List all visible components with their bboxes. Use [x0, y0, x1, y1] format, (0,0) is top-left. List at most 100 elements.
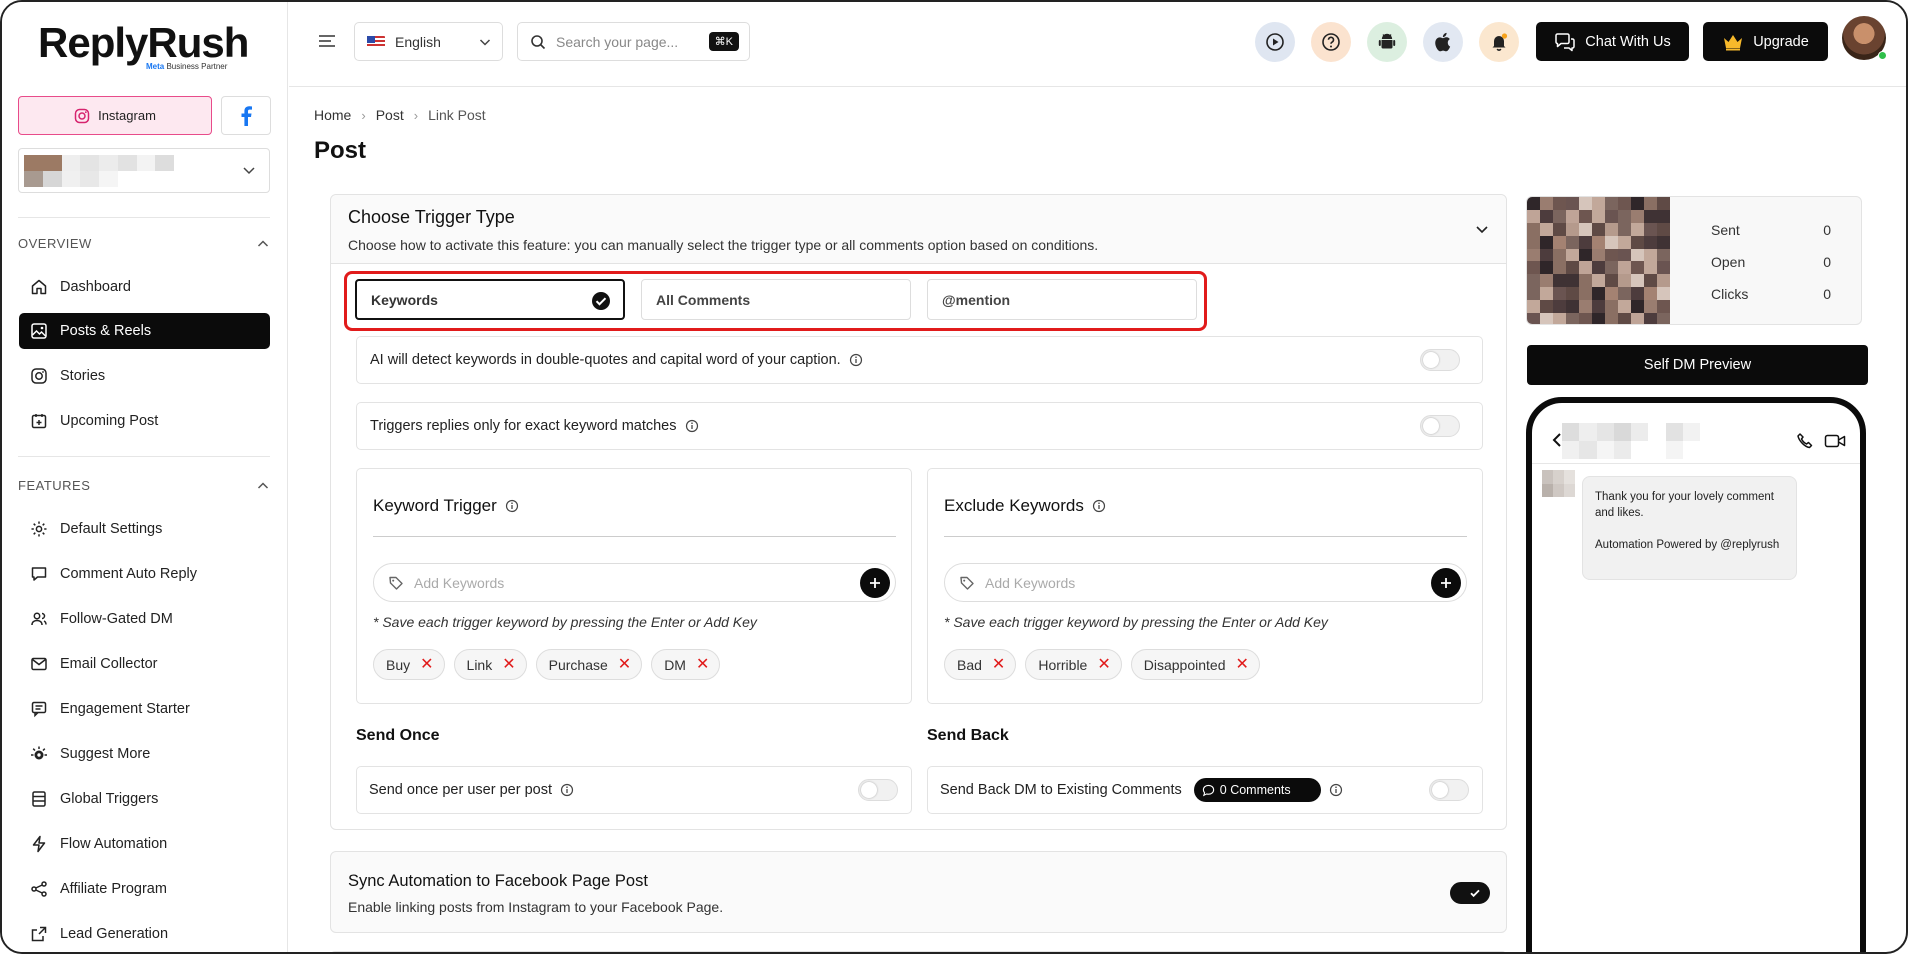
play-circle-icon — [1266, 33, 1284, 51]
keyword-chip-label: Disappointed — [1143, 656, 1226, 673]
tag-icon — [960, 576, 974, 590]
divider — [18, 456, 270, 457]
sidebar-item-dashboard[interactable]: Dashboard — [19, 269, 270, 305]
mail-icon — [31, 657, 47, 671]
breadcrumb: Home › Post › Link Post — [314, 107, 486, 123]
instagram-platform-button[interactable]: Instagram — [18, 96, 212, 135]
ios-app-button[interactable] — [1423, 22, 1463, 62]
sidebar-item-lead-generation[interactable]: Lead Generation — [19, 916, 270, 952]
instagram-label: Instagram — [98, 108, 156, 123]
divider — [373, 536, 896, 537]
remove-keyword-icon[interactable]: ✕ — [1235, 656, 1248, 673]
help-circle-icon — [1322, 33, 1340, 51]
add-exclude-keyword-button[interactable] — [1431, 568, 1461, 598]
sidebar-item-suggest-more[interactable]: Suggest More — [19, 736, 270, 772]
keyword-chip: Bad ✕ — [944, 649, 1017, 680]
trigger-card-header[interactable]: Choose Trigger Type Choose how to activa… — [331, 195, 1506, 264]
plus-icon — [1441, 578, 1451, 588]
exact-match-toggle[interactable] — [1420, 415, 1460, 437]
remove-keyword-icon[interactable]: ✕ — [696, 656, 709, 673]
breadcrumb-post[interactable]: Post — [376, 107, 404, 123]
keyword-chip: Horrible ✕ — [1025, 649, 1122, 680]
self-dm-preview-button[interactable]: Self DM Preview — [1527, 345, 1868, 385]
remove-keyword-icon[interactable]: ✕ — [992, 656, 1005, 673]
sender-avatar-blurred — [1542, 470, 1575, 497]
trigger-option-mention[interactable]: @mention — [927, 279, 1197, 320]
list-icon — [32, 791, 46, 807]
sidebar-item-posts-reels[interactable]: Posts & Reels — [19, 313, 270, 349]
sidebar-item-global-triggers[interactable]: Global Triggers — [19, 781, 270, 817]
help-button[interactable] — [1311, 22, 1351, 62]
sidebar-item-label: Email Collector — [60, 656, 158, 672]
sidebar-item-label: Suggest More — [60, 746, 151, 762]
chat-with-us-label: Chat With Us — [1585, 33, 1671, 50]
ai-detect-toggle[interactable] — [1420, 349, 1460, 371]
info-icon[interactable] — [1329, 783, 1343, 797]
features-section-label: FEATURES — [18, 478, 91, 493]
sidebar-item-engagement-starter[interactable]: Engagement Starter — [19, 691, 270, 727]
sidebar-item-label: Lead Generation — [60, 926, 169, 942]
sidebar-item-default-settings[interactable]: Default Settings — [19, 511, 270, 547]
send-back-title: Send Back — [927, 727, 1009, 744]
menu-icon[interactable] — [317, 32, 337, 50]
check-icon — [1470, 889, 1480, 898]
remove-keyword-icon[interactable]: ✕ — [618, 656, 631, 673]
calendar-plus-icon — [31, 414, 47, 429]
exclude-keywords-input[interactable]: Add Keywords — [944, 563, 1467, 602]
trigger-option-all-comments[interactable]: All Comments — [641, 279, 911, 320]
sidebar-item-upcoming-post[interactable]: Upcoming Post — [19, 403, 270, 439]
ai-detect-label: AI will detect keywords in double-quotes… — [370, 352, 841, 368]
phone-icon — [1797, 433, 1813, 449]
sidebar-item-stories[interactable]: Stories — [19, 358, 270, 394]
upgrade-button[interactable]: Upgrade — [1703, 22, 1828, 61]
breadcrumb-home[interactable]: Home — [314, 107, 351, 123]
trigger-option-keywords[interactable]: Keywords — [355, 279, 625, 320]
sidebar-item-label: Stories — [60, 368, 106, 384]
dm-message-bubble: Thank you for your lovely comment and li… — [1582, 476, 1797, 580]
send-once-toggle[interactable] — [858, 779, 898, 801]
exclude-keywords-title-text: Exclude Keywords — [944, 496, 1084, 515]
divider — [944, 536, 1467, 537]
keyword-trigger-title: Keyword Trigger — [373, 496, 519, 516]
exclude-keyword-chips: Bad ✕ Horrible ✕ Disappointed ✕ — [944, 649, 1260, 680]
sidebar-item-follow-gated-dm[interactable]: Follow-Gated DM — [19, 601, 270, 637]
search-input[interactable]: Search your page... ⌘K — [517, 22, 750, 61]
stat-value: 0 — [1823, 254, 1831, 270]
account-avatar-blurred — [24, 155, 174, 187]
info-icon[interactable] — [560, 783, 574, 797]
stat-label: Clicks — [1711, 286, 1749, 302]
overview-section-header[interactable]: OVERVIEW — [18, 236, 270, 251]
chat-with-us-button[interactable]: Chat With Us — [1536, 22, 1689, 61]
info-icon[interactable] — [849, 353, 863, 367]
dm-message-text: Thank you for your lovely comment and li… — [1595, 491, 1780, 551]
recipient-name-blurred — [1562, 423, 1700, 459]
account-selector[interactable] — [18, 148, 270, 193]
language-select[interactable]: English — [354, 22, 503, 61]
add-keyword-button[interactable] — [860, 568, 890, 598]
facebook-platform-button[interactable] — [221, 96, 271, 135]
notifications-button[interactable] — [1479, 22, 1519, 62]
play-tutorial-button[interactable] — [1255, 22, 1295, 62]
sidebar-item-affiliate-program[interactable]: Affiliate Program — [19, 871, 270, 907]
android-app-button[interactable] — [1367, 22, 1407, 62]
sidebar-item-label: Dashboard — [60, 279, 131, 295]
sidebar-item-email-collector[interactable]: Email Collector — [19, 646, 270, 682]
sidebar-item-flow-automation[interactable]: Flow Automation — [19, 826, 270, 862]
keyword-trigger-input[interactable]: Add Keywords — [373, 563, 896, 602]
keyword-chip-label: DM — [664, 656, 686, 673]
share-network-icon — [31, 881, 47, 897]
remove-keyword-icon[interactable]: ✕ — [420, 656, 433, 673]
chat-bubbles-icon — [1555, 32, 1576, 51]
remove-keyword-icon[interactable]: ✕ — [502, 656, 515, 673]
remove-keyword-icon[interactable]: ✕ — [1097, 656, 1110, 673]
sidebar-item-comment-auto-reply[interactable]: Comment Auto Reply — [19, 556, 270, 592]
exclude-keywords-title: Exclude Keywords — [944, 496, 1106, 516]
info-icon[interactable] — [505, 499, 519, 513]
info-icon[interactable] — [685, 419, 699, 433]
chevron-up-icon — [257, 239, 269, 247]
stat-clicks: Clicks 0 — [1711, 286, 1831, 302]
send-back-toggle[interactable] — [1429, 779, 1469, 801]
features-section-header[interactable]: FEATURES — [18, 478, 270, 493]
facebook-sync-toggle[interactable] — [1450, 882, 1490, 904]
info-icon[interactable] — [1092, 499, 1106, 513]
